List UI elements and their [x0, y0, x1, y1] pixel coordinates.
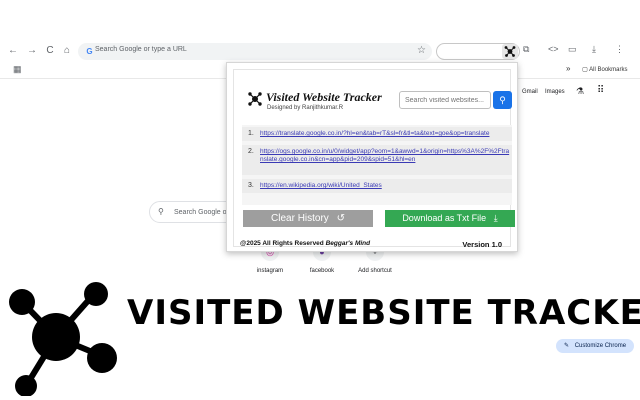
forward-icon[interactable]: →: [25, 44, 39, 58]
clear-history-label: Clear History: [271, 213, 329, 224]
entry-link[interactable]: https://translate.google.co.in/?hl=en&ta…: [260, 130, 510, 138]
google-apps-icon[interactable]: ⠿: [597, 85, 604, 96]
visited-search-input[interactable]: [399, 91, 491, 109]
search-icon: ⚲: [158, 207, 164, 216]
all-bookmarks-label[interactable]: All Bookmarks: [589, 67, 627, 73]
bookmarks-bar-right[interactable]: » ▢ All Bookmarks: [566, 64, 627, 73]
entry-number: 2.: [248, 148, 254, 155]
tracker-popup: Visited Website Tracker Designed by Ranj…: [226, 62, 518, 252]
popup-subtitle: Designed by Ranjithkumar.R: [267, 105, 344, 111]
banner-title: VISITED WEBSITE TRACKER: [127, 293, 640, 333]
labs-flask-icon[interactable]: ⚗: [576, 86, 584, 97]
list-item: 1. https://translate.google.co.in/?hl=en…: [242, 127, 512, 141]
list-item: 2. https://ogs.google.co.in/u/0/widget/a…: [242, 145, 512, 175]
tracker-extension-button[interactable]: [502, 44, 518, 59]
popup-footer: @2025 All Rights Reserved Beggar's Mind: [240, 240, 370, 247]
download-icon: ⤓: [493, 213, 498, 223]
reload-icon[interactable]: C: [43, 44, 57, 58]
download-icon[interactable]: ⤓: [592, 44, 596, 55]
customize-chrome-button[interactable]: ✎ Customize Chrome: [556, 339, 634, 353]
popup-title: Visited Website Tracker: [266, 90, 382, 104]
back-icon[interactable]: ←: [6, 44, 20, 58]
address-bar-placeholder: Search Google or type a URL: [95, 46, 187, 53]
tracker-extension-icon: [504, 46, 516, 57]
clear-history-button[interactable]: Clear History ↺: [243, 210, 373, 227]
apps-grid-icon[interactable]: ▦: [13, 64, 22, 75]
code-icon[interactable]: <>: [548, 44, 559, 54]
visited-list: 1. https://translate.google.co.in/?hl=en…: [242, 125, 512, 205]
entry-link[interactable]: https://ogs.google.co.in/u/0/widget/app?…: [260, 148, 510, 164]
google-search-placeholder: Search Google o: [174, 209, 227, 216]
brand-name: Beggar's Mind: [325, 240, 371, 247]
entry-number: 3.: [248, 182, 254, 189]
entry-number: 1.: [248, 130, 254, 137]
menu-icon[interactable]: ⋮: [615, 44, 624, 55]
download-txt-label: Download as Txt File: [402, 213, 487, 223]
download-txt-button[interactable]: Download as Txt File ⤓: [385, 210, 515, 227]
shortcut-add-label[interactable]: Add shortcut: [350, 268, 400, 274]
shortcut-instagram-label[interactable]: instagram: [245, 268, 295, 274]
google-g-icon: G: [86, 47, 93, 56]
tracker-logo-icon: [248, 92, 262, 106]
bookmark-chevron[interactable]: »: [566, 64, 570, 73]
bookmark-star-icon[interactable]: ☆: [417, 45, 426, 56]
pencil-icon: ✎: [564, 343, 570, 349]
gmail-link[interactable]: Gmail: [522, 89, 538, 95]
address-bar[interactable]: G Search Google or type a URL ☆: [78, 43, 432, 60]
customize-chrome-label: Customize Chrome: [574, 343, 627, 349]
folder-icon: ▢: [582, 67, 588, 73]
copyright-text: @2025 All Rights Reserved: [240, 240, 324, 247]
list-item: 3. https://en.wikipedia.org/wiki/United_…: [242, 179, 512, 193]
side-panel-icon[interactable]: ▭: [568, 44, 577, 55]
puzzle-icon[interactable]: ⧉: [523, 44, 529, 55]
shortcut-facebook-label[interactable]: facebook: [297, 268, 347, 274]
home-icon[interactable]: ⌂: [60, 44, 74, 58]
version-label: Version 1.0: [462, 240, 502, 249]
popup-panel: Visited Website Tracker Designed by Ranj…: [233, 69, 515, 249]
images-link[interactable]: Images: [545, 89, 565, 95]
search-icon: ⚲: [499, 95, 506, 105]
tracker-big-logo-icon: [9, 282, 117, 396]
history-icon: ↺: [336, 213, 345, 224]
entry-link[interactable]: https://en.wikipedia.org/wiki/United_Sta…: [260, 182, 510, 190]
search-button[interactable]: ⚲: [493, 91, 512, 109]
